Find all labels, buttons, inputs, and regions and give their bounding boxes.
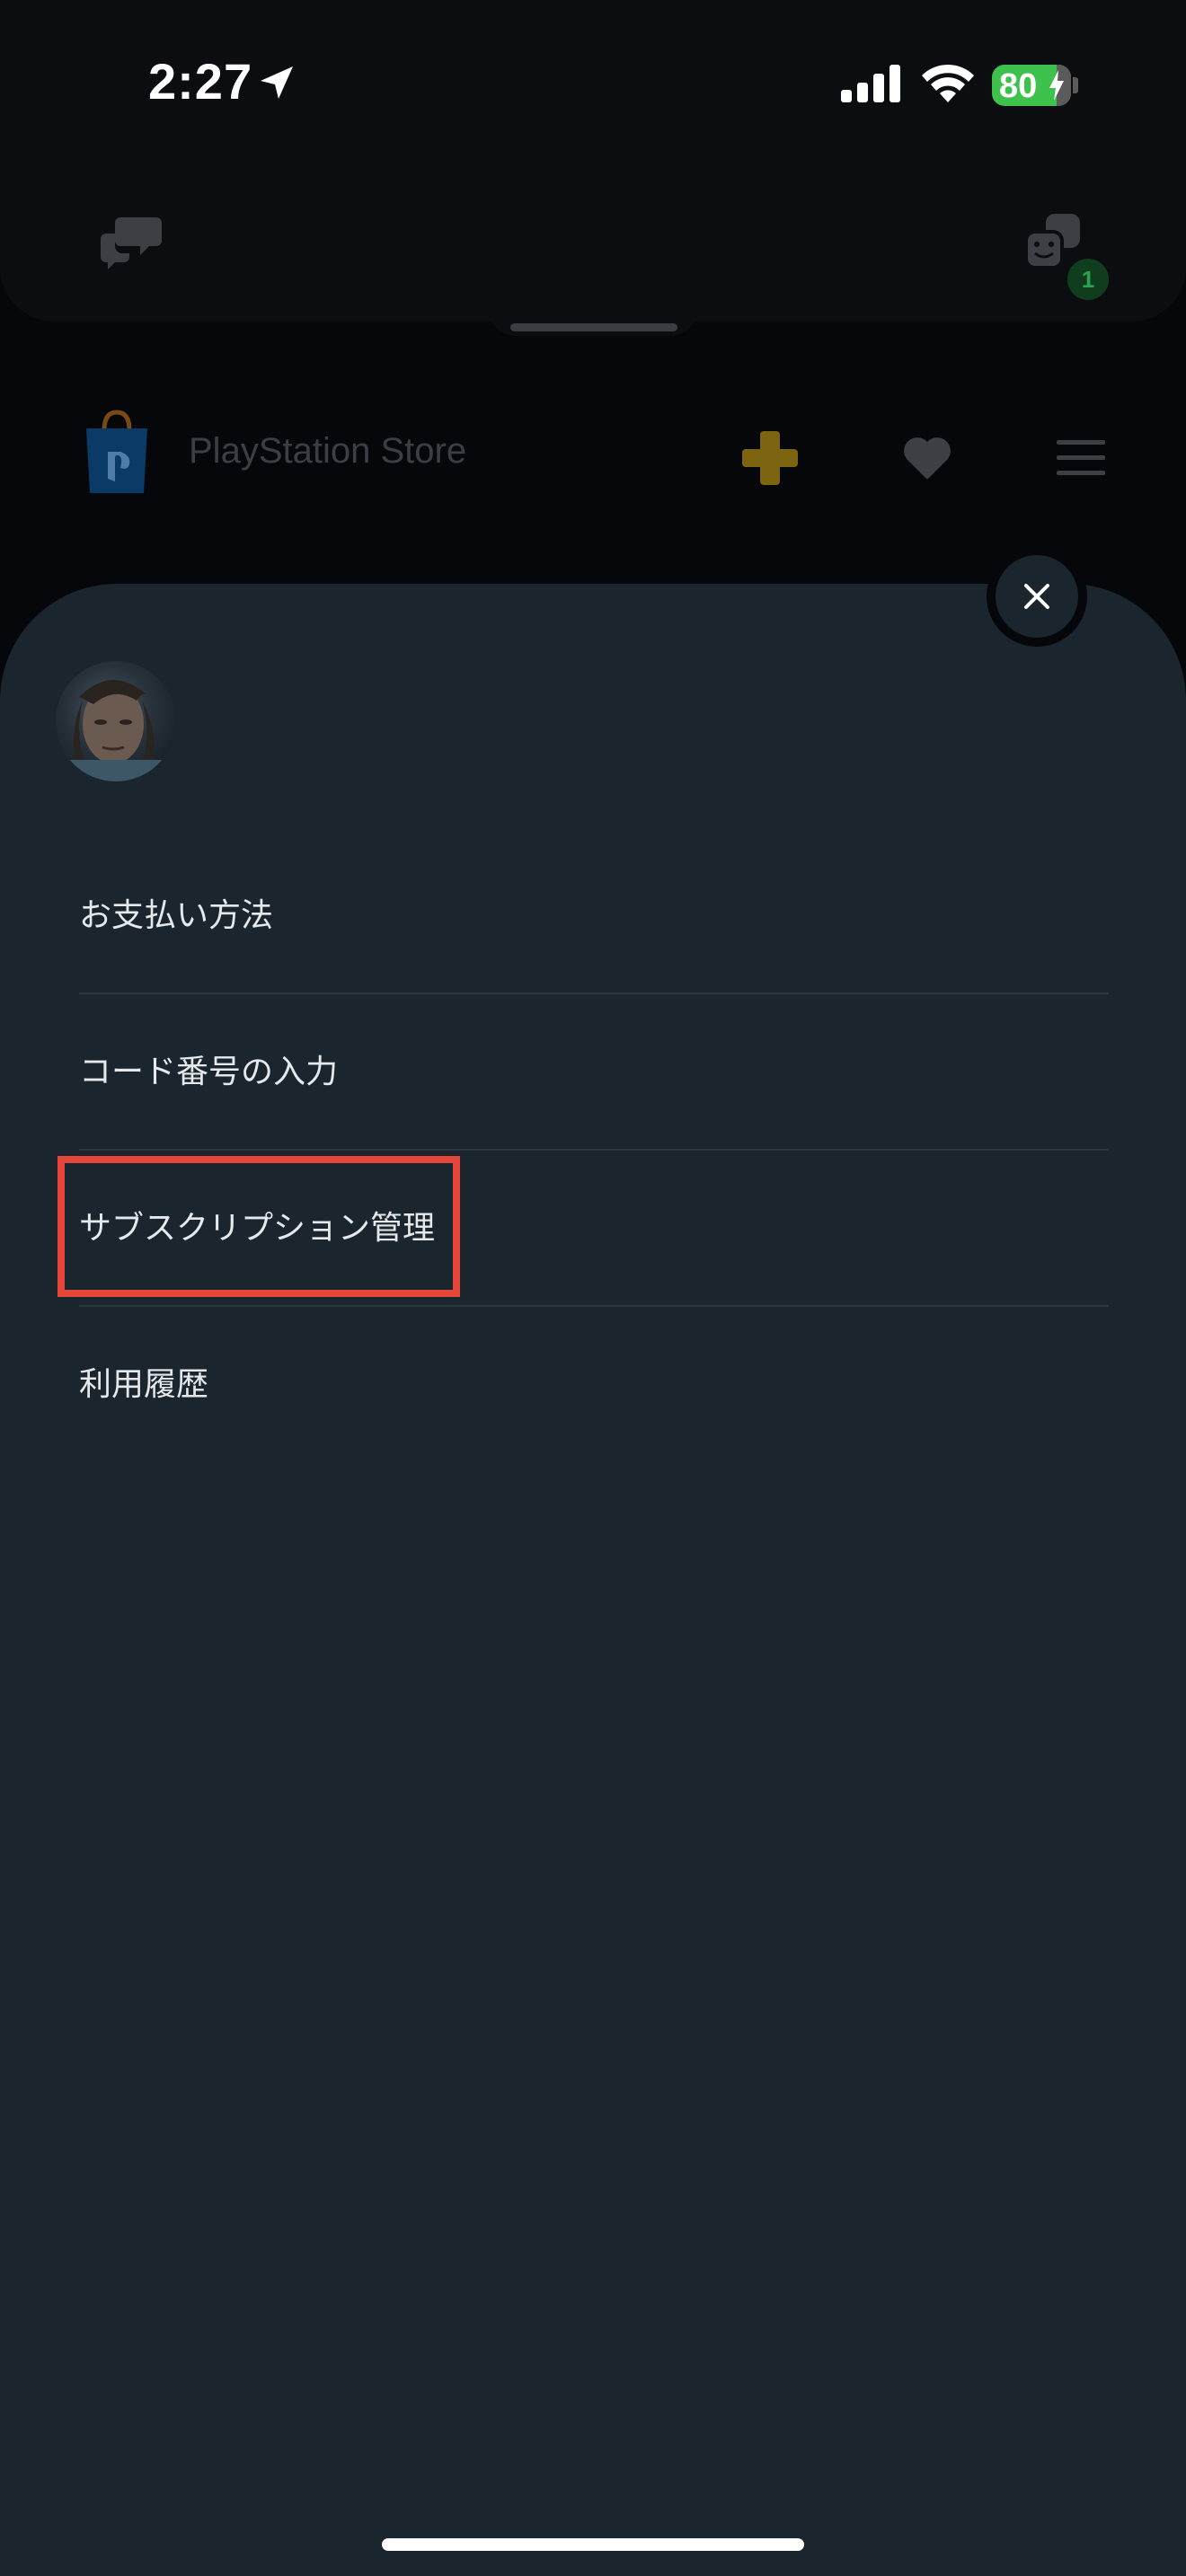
menu-item-label: 利用履歴 bbox=[79, 1366, 209, 1403]
menu-item-payment-methods[interactable]: お支払い方法 bbox=[79, 839, 1111, 993]
divider bbox=[79, 1149, 1109, 1151]
charging-bolt-icon bbox=[1049, 70, 1064, 101]
menu-item-transaction-history[interactable]: 利用履歴 bbox=[79, 1308, 1111, 1462]
home-indicator[interactable] bbox=[382, 2538, 804, 2551]
status-time: 2:27 bbox=[148, 53, 253, 110]
store-header bbox=[0, 386, 1186, 521]
avatar-portrait-image bbox=[56, 680, 176, 781]
wifi-icon bbox=[922, 64, 974, 102]
hamburger-menu-icon[interactable] bbox=[1057, 440, 1105, 476]
menu-item-label: コード番号の入力 bbox=[79, 1054, 339, 1090]
close-icon bbox=[1024, 584, 1049, 609]
battery-indicator: 80 bbox=[992, 65, 1071, 106]
cellular-signal-icon bbox=[841, 65, 900, 102]
close-button[interactable] bbox=[996, 555, 1078, 638]
status-bar: 2:27 80 bbox=[0, 0, 1186, 171]
divider bbox=[79, 1305, 1109, 1307]
store-title: PlayStation Store bbox=[189, 431, 467, 471]
location-arrow-icon bbox=[261, 66, 293, 99]
menu-item-redeem-code[interactable]: コード番号の入力 bbox=[79, 995, 1111, 1150]
avatar[interactable] bbox=[56, 661, 176, 781]
divider bbox=[79, 992, 1109, 994]
drag-handle[interactable] bbox=[510, 323, 677, 331]
playstation-store-bag-icon[interactable] bbox=[81, 409, 153, 495]
wishlist-heart-icon[interactable] bbox=[902, 435, 952, 481]
menu-item-label: お支払い方法 bbox=[79, 897, 274, 934]
chat-icon[interactable] bbox=[101, 214, 164, 269]
party-badge: 1 bbox=[1064, 255, 1112, 304]
highlight-annotation-box bbox=[58, 1156, 460, 1297]
battery-level: 80 bbox=[999, 67, 1038, 105]
playstation-plus-icon[interactable] bbox=[742, 429, 800, 487]
battery-cap bbox=[1073, 77, 1078, 93]
